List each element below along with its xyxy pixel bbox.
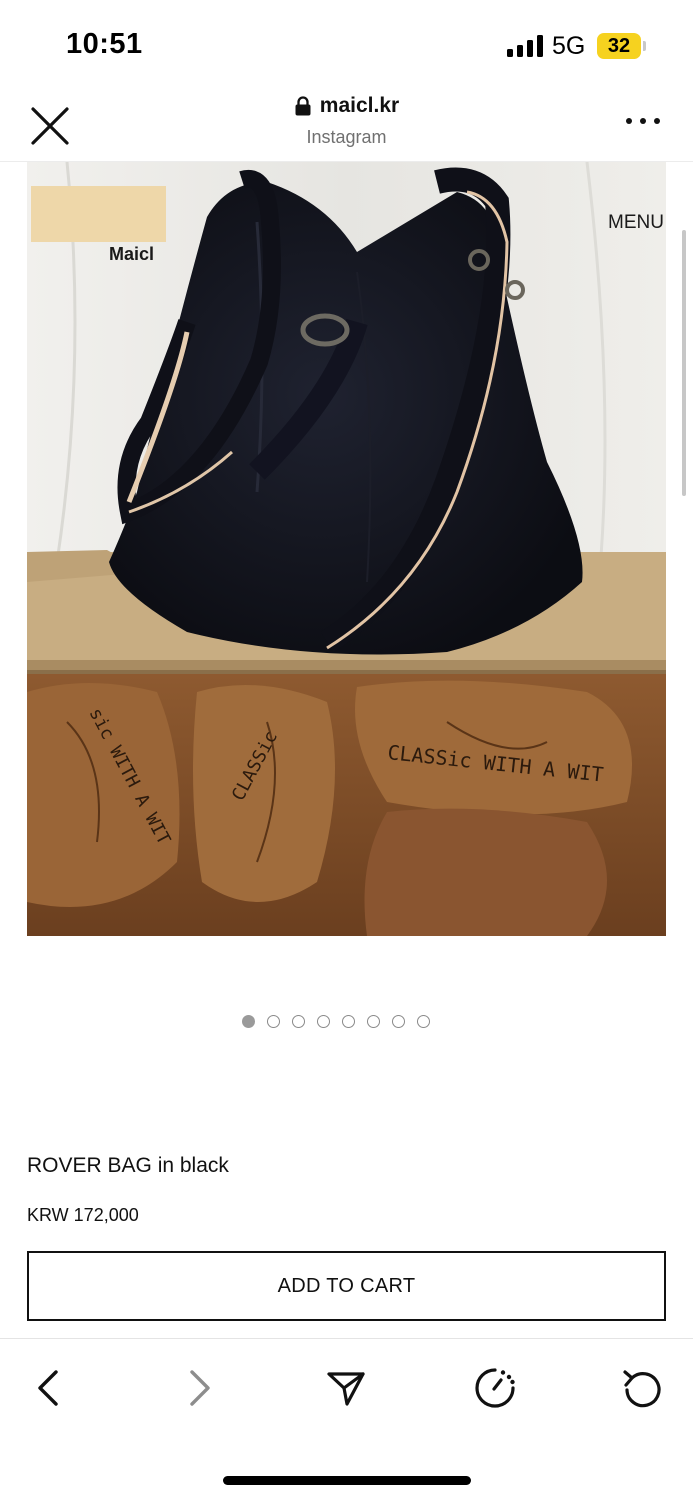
carousel-dot-2[interactable]: [267, 1015, 280, 1028]
lock-icon: [295, 96, 311, 116]
product-title: ROVER BAG in black: [27, 1154, 229, 1177]
network-label: 5G: [552, 32, 586, 60]
status-time: 10:51: [66, 28, 143, 60]
carousel-dot-3[interactable]: [292, 1015, 305, 1028]
battery-cap: [643, 41, 646, 51]
carousel-dot-4[interactable]: [317, 1015, 330, 1028]
home-indicator[interactable]: [223, 1476, 471, 1485]
url-domain: maicl.kr: [319, 94, 400, 117]
carousel-dot-5[interactable]: [342, 1015, 355, 1028]
add-to-cart-button[interactable]: ADD TO CART: [27, 1251, 666, 1321]
carousel-dot-8[interactable]: [417, 1015, 430, 1028]
scrollbar[interactable]: [682, 230, 686, 496]
back-icon: [38, 1370, 58, 1406]
product-photo: CLASSic WITH A WIT sic WITH A WIT CLASSi…: [27, 162, 666, 936]
battery-icon: 32: [597, 33, 641, 59]
carousel-dots[interactable]: [242, 1015, 430, 1028]
browser-header: maicl.kr Instagram: [0, 86, 693, 162]
address-bar[interactable]: maicl.kr Instagram: [0, 94, 693, 148]
product-price: KRW 172,000: [27, 1205, 139, 1225]
forward-button[interactable]: [176, 1365, 222, 1411]
share-button[interactable]: [323, 1365, 369, 1411]
carousel-dot-6[interactable]: [367, 1015, 380, 1028]
forward-icon: [190, 1370, 210, 1406]
product-image[interactable]: CLASSic WITH A WIT sic WITH A WIT CLASSi…: [27, 162, 666, 936]
source-label: Instagram: [306, 127, 387, 147]
back-button[interactable]: [26, 1365, 72, 1411]
reload-button[interactable]: [620, 1365, 666, 1411]
speed-icon: [475, 1368, 515, 1408]
brand-name[interactable]: Maicl: [109, 244, 154, 265]
carousel-dot-7[interactable]: [392, 1015, 405, 1028]
more-icon[interactable]: [626, 118, 660, 128]
brand-logo[interactable]: [31, 186, 166, 242]
browser-toolbar: [0, 1338, 693, 1434]
share-icon: [327, 1372, 365, 1406]
status-bar: 10:51 5G 32: [0, 0, 693, 86]
speed-button[interactable]: [472, 1365, 518, 1411]
reload-icon: [623, 1370, 661, 1408]
carousel-dot-1[interactable]: [242, 1015, 255, 1028]
signal-icon: [507, 35, 543, 57]
menu-button[interactable]: MENU: [608, 212, 664, 234]
